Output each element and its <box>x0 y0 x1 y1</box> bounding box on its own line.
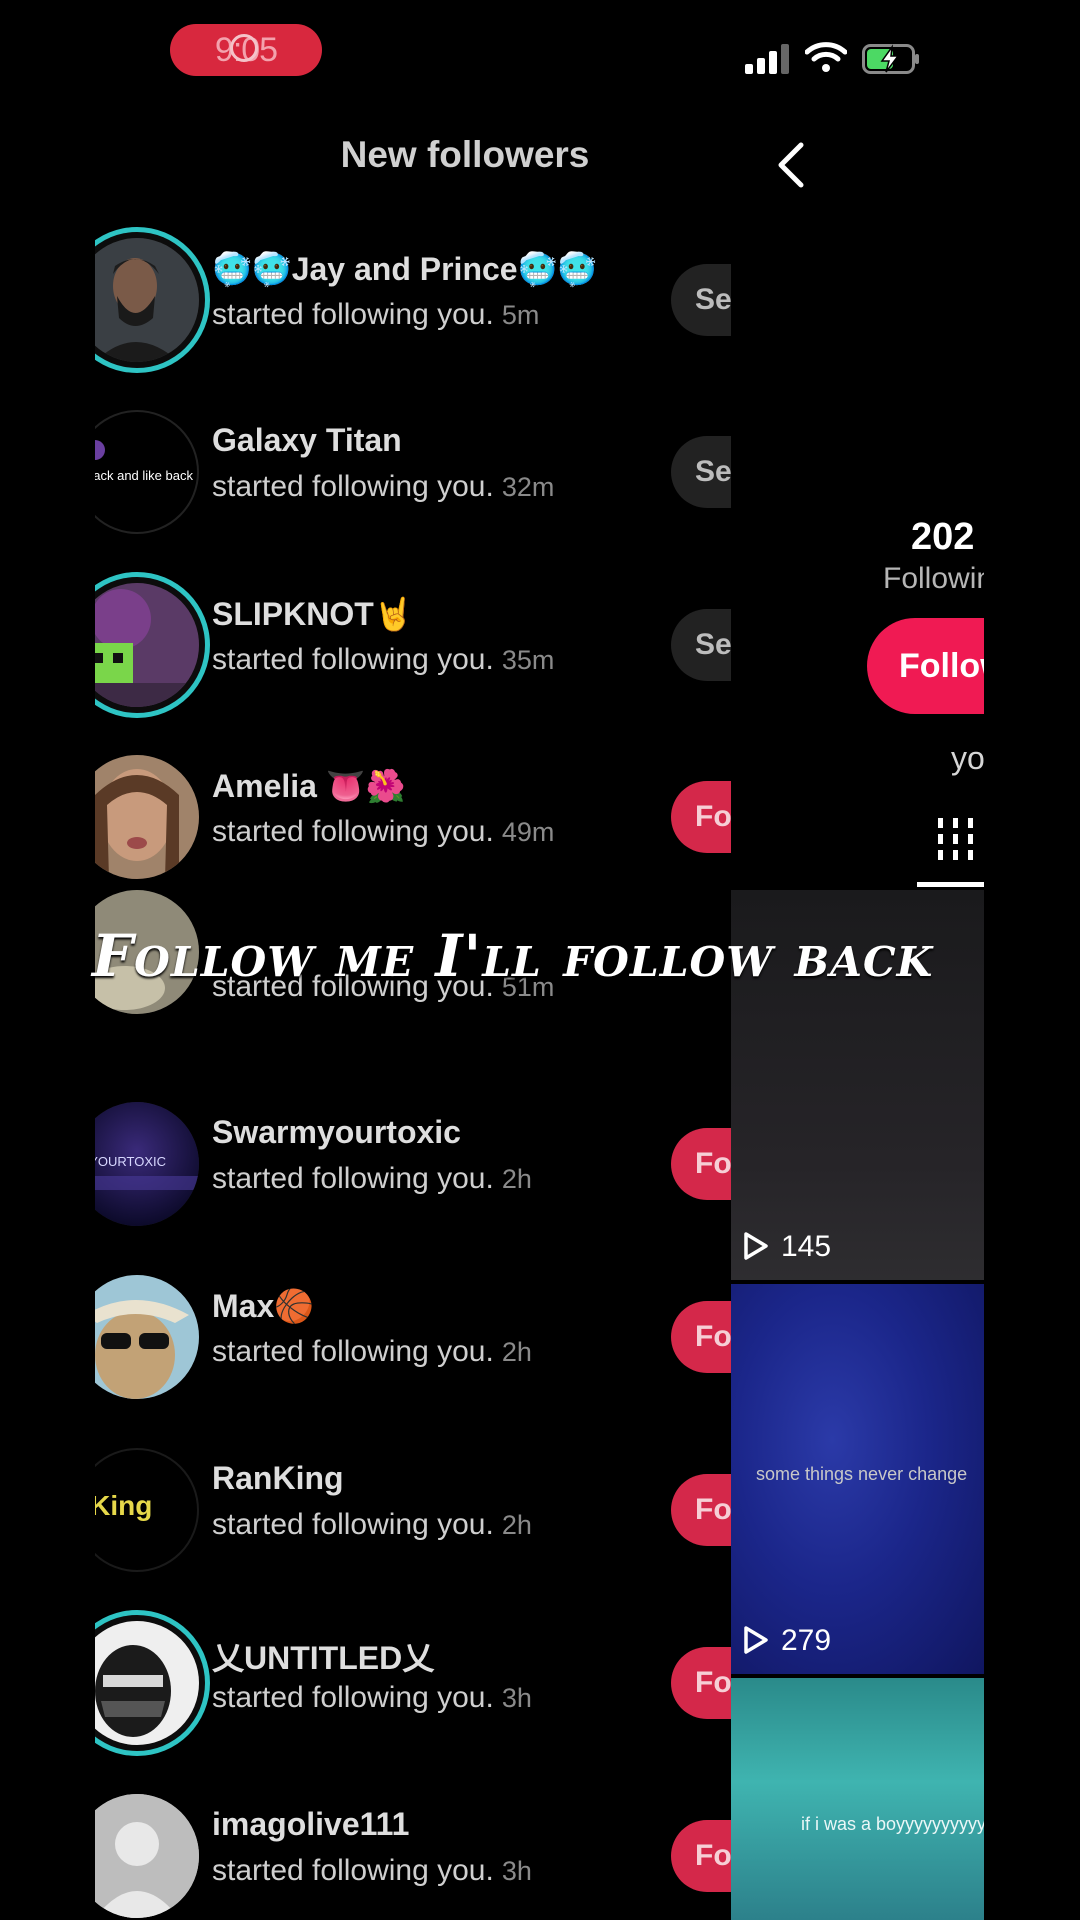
follower-activity: started following you. 32m <box>212 470 555 503</box>
follow-back-button[interactable]: Follow <box>671 1301 731 1373</box>
profile-panel: 202 Following Follow yo 145 some things … <box>731 110 984 1920</box>
following-label: Following <box>883 562 984 595</box>
avatar[interactable] <box>95 1794 199 1918</box>
avatar[interactable]: RMYOURTOXIC <box>95 1102 199 1226</box>
follower-row[interactable]: imagolive111 started following you. 3h Fo… <box>95 1776 731 1920</box>
recording-time-pill[interactable]: 9:05 <box>170 24 322 76</box>
follower-row[interactable]: 🥶🥶Jay and Prince🥶🥶 started following you… <box>95 220 731 380</box>
avatar[interactable] <box>95 238 199 362</box>
follower-row[interactable]: SLIPKNOT🤘 started following you.35m See <box>95 565 731 725</box>
follow-back-button[interactable]: Follow <box>671 781 731 853</box>
follower-time: 5m <box>501 300 540 330</box>
follower-time: 49m <box>501 817 555 847</box>
follower-activity: started following you. 49m <box>212 815 555 848</box>
status-bar: 9:05 <box>0 0 1080 110</box>
video-overlay-text: some things never change <box>756 1464 968 1484</box>
follower-name[interactable]: 乂UNTITLED乂 <box>212 1633 434 1679</box>
avatar-text: nKing <box>95 1490 153 1521</box>
play-icon <box>744 1626 768 1654</box>
follower-name[interactable]: SLIPKNOT🤘 <box>212 595 414 633</box>
default-avatar-icon <box>95 1794 199 1918</box>
follower-time: 32m <box>501 472 555 502</box>
see-button[interactable]: See <box>671 264 731 336</box>
avatar[interactable]: nKing <box>95 1448 199 1572</box>
follower-activity: started following you. 3h <box>212 1854 532 1887</box>
follower-activity: started following you. 35m <box>212 643 555 676</box>
view-count: 279 <box>743 1624 831 1658</box>
screen-recording-icon <box>230 34 258 62</box>
follower-name[interactable]: imagolive111 <box>212 1806 409 1843</box>
follower-row[interactable]: Amelia 👅🌺 started following you.49m Foll… <box>95 737 731 897</box>
follow-back-button[interactable]: Follow <box>671 1820 731 1892</box>
follower-activity: started following you. 2h <box>212 1508 532 1541</box>
follower-time: 2h <box>501 1337 532 1367</box>
videos-grid-icon[interactable] <box>936 818 976 862</box>
follower-name[interactable]: 🥶🥶Jay and Prince🥶🥶 <box>212 250 597 288</box>
video-caption-overlay: Follow me I'll follow back <box>92 922 934 990</box>
profile-bio: yo <box>951 740 984 776</box>
follow-back-button[interactable]: Follow <box>671 1474 731 1546</box>
back-chevron-icon[interactable] <box>771 140 811 190</box>
following-count: 202 <box>911 516 975 558</box>
avatar-text: w back and like back <box>95 468 193 483</box>
play-icon <box>744 1232 768 1260</box>
follower-name[interactable]: Swarmyourtoxic <box>212 1114 461 1151</box>
follower-name[interactable]: Max🏀 <box>212 1287 314 1325</box>
avatar[interactable] <box>95 583 199 707</box>
follow-back-button[interactable]: Follow <box>671 1128 731 1200</box>
battery-charging-icon <box>862 44 919 74</box>
avatar[interactable] <box>95 1275 199 1399</box>
video-tile[interactable]: if i was a boyyyyyyyyyy <box>731 1678 984 1920</box>
follower-activity: started following you. 5m <box>212 298 540 331</box>
follower-time: 35m <box>501 645 555 675</box>
avatar[interactable] <box>95 1621 199 1745</box>
follower-name[interactable]: Galaxy Titan <box>212 422 402 459</box>
avatar[interactable]: w back and like back <box>95 410 199 534</box>
avatar-text: RMYOURTOXIC <box>95 1154 167 1169</box>
follower-row[interactable]: 乂UNTITLED乂 started following you.3h Foll… <box>95 1603 731 1763</box>
see-button[interactable]: See <box>671 436 731 508</box>
follower-time: 3h <box>501 1856 532 1886</box>
follow-back-button[interactable]: Follow <box>671 1647 731 1719</box>
follower-row[interactable]: nKing RanKing started following you.2h F… <box>95 1430 731 1590</box>
follower-time: 3h <box>501 1683 532 1713</box>
video-overlay-text: if i was a boyyyyyyyyyy <box>801 1814 984 1834</box>
view-count: 145 <box>743 1230 831 1264</box>
follower-time: 2h <box>501 1510 532 1540</box>
follower-activity: started following you. 3h <box>212 1681 532 1714</box>
follower-activity: started following you. 2h <box>212 1335 532 1368</box>
follower-row[interactable]: Max🏀 started following you.2h Follow <box>95 1257 731 1417</box>
follower-name[interactable]: RanKing <box>212 1460 344 1497</box>
wifi-icon <box>805 42 847 72</box>
follower-activity: started following you. 2h <box>212 1162 532 1195</box>
follower-row[interactable]: RMYOURTOXIC Swarmyourtoxic started follo… <box>95 1084 731 1244</box>
video-tile[interactable]: some things never change 279 <box>731 1284 984 1674</box>
follower-name[interactable]: Amelia 👅🌺 <box>212 767 406 805</box>
new-followers-panel: New followers 🥶🥶Jay and Prince🥶🥶 started… <box>95 110 731 1920</box>
page-title: New followers <box>340 134 590 175</box>
profile-follow-button[interactable]: Follow <box>867 618 984 714</box>
cellular-signal-icon <box>745 44 789 74</box>
tab-indicator <box>917 882 984 887</box>
follower-time: 2h <box>501 1164 532 1194</box>
see-button[interactable]: See <box>671 609 731 681</box>
avatar[interactable] <box>95 755 199 879</box>
follower-row[interactable]: w back and like back Galaxy Titan starte… <box>95 392 731 552</box>
